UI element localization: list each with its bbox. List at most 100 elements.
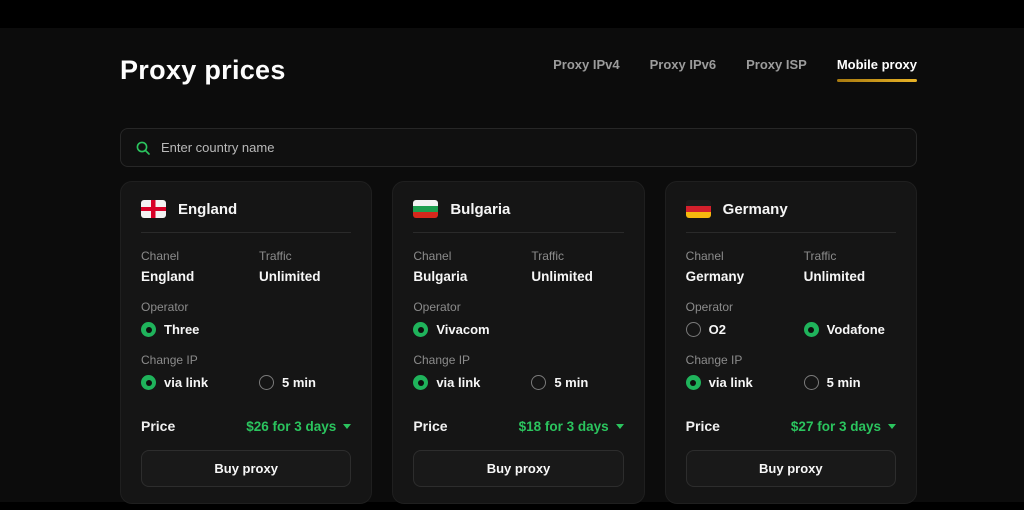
radio-selected-icon[interactable] [141, 375, 156, 390]
card-country-name: Germany [723, 201, 788, 218]
radio-option-5-min[interactable]: 5 min [531, 375, 623, 390]
chevron-down-icon [343, 424, 351, 429]
tab-mobile-proxy[interactable]: Mobile proxy [837, 57, 917, 82]
change-ip-options: via link 5 min [141, 375, 351, 390]
buy-proxy-button[interactable]: Buy proxy [686, 450, 896, 487]
traffic-value: Unlimited [804, 269, 896, 284]
tab-proxy-isp[interactable]: Proxy ISP [746, 57, 807, 82]
country-search-bar[interactable] [120, 128, 917, 167]
buy-proxy-button[interactable]: Buy proxy [413, 450, 623, 487]
change-ip-options: via link 5 min [686, 375, 896, 390]
radio-unselected-icon[interactable] [686, 322, 701, 337]
operator-options: Vivacom [413, 322, 623, 337]
chanel-label: Chanel [413, 249, 531, 263]
radio-label: 5 min [827, 375, 861, 390]
chevron-down-icon [888, 424, 896, 429]
card-header: England [141, 200, 351, 233]
radio-label: Vodafone [827, 322, 885, 337]
change-ip-section: Change IP via link 5 min [413, 353, 623, 390]
change-ip-label: Change IP [686, 353, 896, 367]
chanel-traffic-section: Chanel Bulgaria Traffic Unlimited [413, 249, 623, 284]
radio-selected-icon[interactable] [804, 322, 819, 337]
chanel-label: Chanel [686, 249, 804, 263]
radio-label: 5 min [554, 375, 588, 390]
radio-option-o2[interactable]: O2 [686, 322, 804, 337]
price-label: Price [686, 418, 720, 434]
radio-selected-icon[interactable] [141, 322, 156, 337]
price-value: $27 for 3 days [791, 419, 881, 434]
radio-option-via-link[interactable]: via link [141, 375, 259, 390]
chanel-label: Chanel [141, 249, 259, 263]
buy-proxy-button[interactable]: Buy proxy [141, 450, 351, 487]
price-row: Price $26 for 3 days [141, 418, 351, 434]
radio-label: Vivacom [436, 322, 489, 337]
radio-selected-icon[interactable] [413, 375, 428, 390]
radio-option-vodafone[interactable]: Vodafone [804, 322, 896, 337]
proxy-card: England Chanel England Traffic Unlimited… [120, 181, 372, 504]
proxy-card: Bulgaria Chanel Bulgaria Traffic Unlimit… [392, 181, 644, 504]
traffic-label: Traffic [259, 249, 351, 263]
price-dropdown[interactable]: $27 for 3 days [791, 419, 896, 434]
change-ip-options: via link 5 min [413, 375, 623, 390]
radio-option-via-link[interactable]: via link [413, 375, 531, 390]
chanel-traffic-section: Chanel England Traffic Unlimited [141, 249, 351, 284]
price-dropdown[interactable]: $26 for 3 days [246, 419, 351, 434]
price-label: Price [141, 418, 175, 434]
radio-unselected-icon[interactable] [804, 375, 819, 390]
bulgaria-flag-icon [413, 200, 438, 218]
card-header: Germany [686, 200, 896, 233]
change-ip-section: Change IP via link 5 min [141, 353, 351, 390]
cards-row: England Chanel England Traffic Unlimited… [120, 181, 917, 504]
radio-option-5-min[interactable]: 5 min [259, 375, 351, 390]
radio-option-via-link[interactable]: via link [686, 375, 804, 390]
radio-selected-icon[interactable] [413, 322, 428, 337]
chevron-down-icon [616, 424, 624, 429]
operator-section: Operator Three [141, 300, 351, 337]
radio-unselected-icon[interactable] [259, 375, 274, 390]
nav-tabs: Proxy IPv4 Proxy IPv6 Proxy ISP Mobile p… [553, 57, 917, 86]
price-row: Price $18 for 3 days [413, 418, 623, 434]
radio-option-5-min[interactable]: 5 min [804, 375, 896, 390]
radio-label: via link [709, 375, 753, 390]
search-input[interactable] [161, 140, 902, 155]
traffic-label: Traffic [804, 249, 896, 263]
price-row: Price $27 for 3 days [686, 418, 896, 434]
chanel-value: Germany [686, 269, 804, 284]
card-country-name: Bulgaria [450, 201, 510, 218]
search-icon [135, 140, 151, 156]
page-title: Proxy prices [120, 55, 286, 86]
tab-proxy-ipv6[interactable]: Proxy IPv6 [650, 57, 717, 82]
card-header: Bulgaria [413, 200, 623, 233]
radio-selected-icon[interactable] [686, 375, 701, 390]
traffic-value: Unlimited [531, 269, 623, 284]
change-ip-label: Change IP [141, 353, 351, 367]
operator-options: O2 Vodafone [686, 322, 896, 337]
operator-label: Operator [413, 300, 623, 314]
operator-label: Operator [141, 300, 351, 314]
radio-option-vivacom[interactable]: Vivacom [413, 322, 531, 337]
radio-label: O2 [709, 322, 726, 337]
chanel-value: Bulgaria [413, 269, 531, 284]
england-flag-icon [141, 200, 166, 218]
price-dropdown[interactable]: $18 for 3 days [519, 419, 624, 434]
radio-label: 5 min [282, 375, 316, 390]
chanel-traffic-section: Chanel Germany Traffic Unlimited [686, 249, 896, 284]
price-value: $18 for 3 days [519, 419, 609, 434]
card-country-name: England [178, 201, 237, 218]
operator-section: Operator O2 Vodafone [686, 300, 896, 337]
app-viewport: Proxy prices Proxy IPv4 Proxy IPv6 Proxy… [0, 28, 1024, 502]
radio-option-three[interactable]: Three [141, 322, 259, 337]
radio-label: via link [164, 375, 208, 390]
proxy-card: Germany Chanel Germany Traffic Unlimited… [665, 181, 917, 504]
change-ip-section: Change IP via link 5 min [686, 353, 896, 390]
radio-unselected-icon[interactable] [531, 375, 546, 390]
change-ip-label: Change IP [413, 353, 623, 367]
page-header: Proxy prices Proxy IPv4 Proxy IPv6 Proxy… [120, 28, 917, 86]
tab-proxy-ipv4[interactable]: Proxy IPv4 [553, 57, 620, 82]
operator-section: Operator Vivacom [413, 300, 623, 337]
radio-label: via link [436, 375, 480, 390]
chanel-value: England [141, 269, 259, 284]
operator-label: Operator [686, 300, 896, 314]
germany-flag-icon [686, 200, 711, 218]
price-value: $26 for 3 days [246, 419, 336, 434]
